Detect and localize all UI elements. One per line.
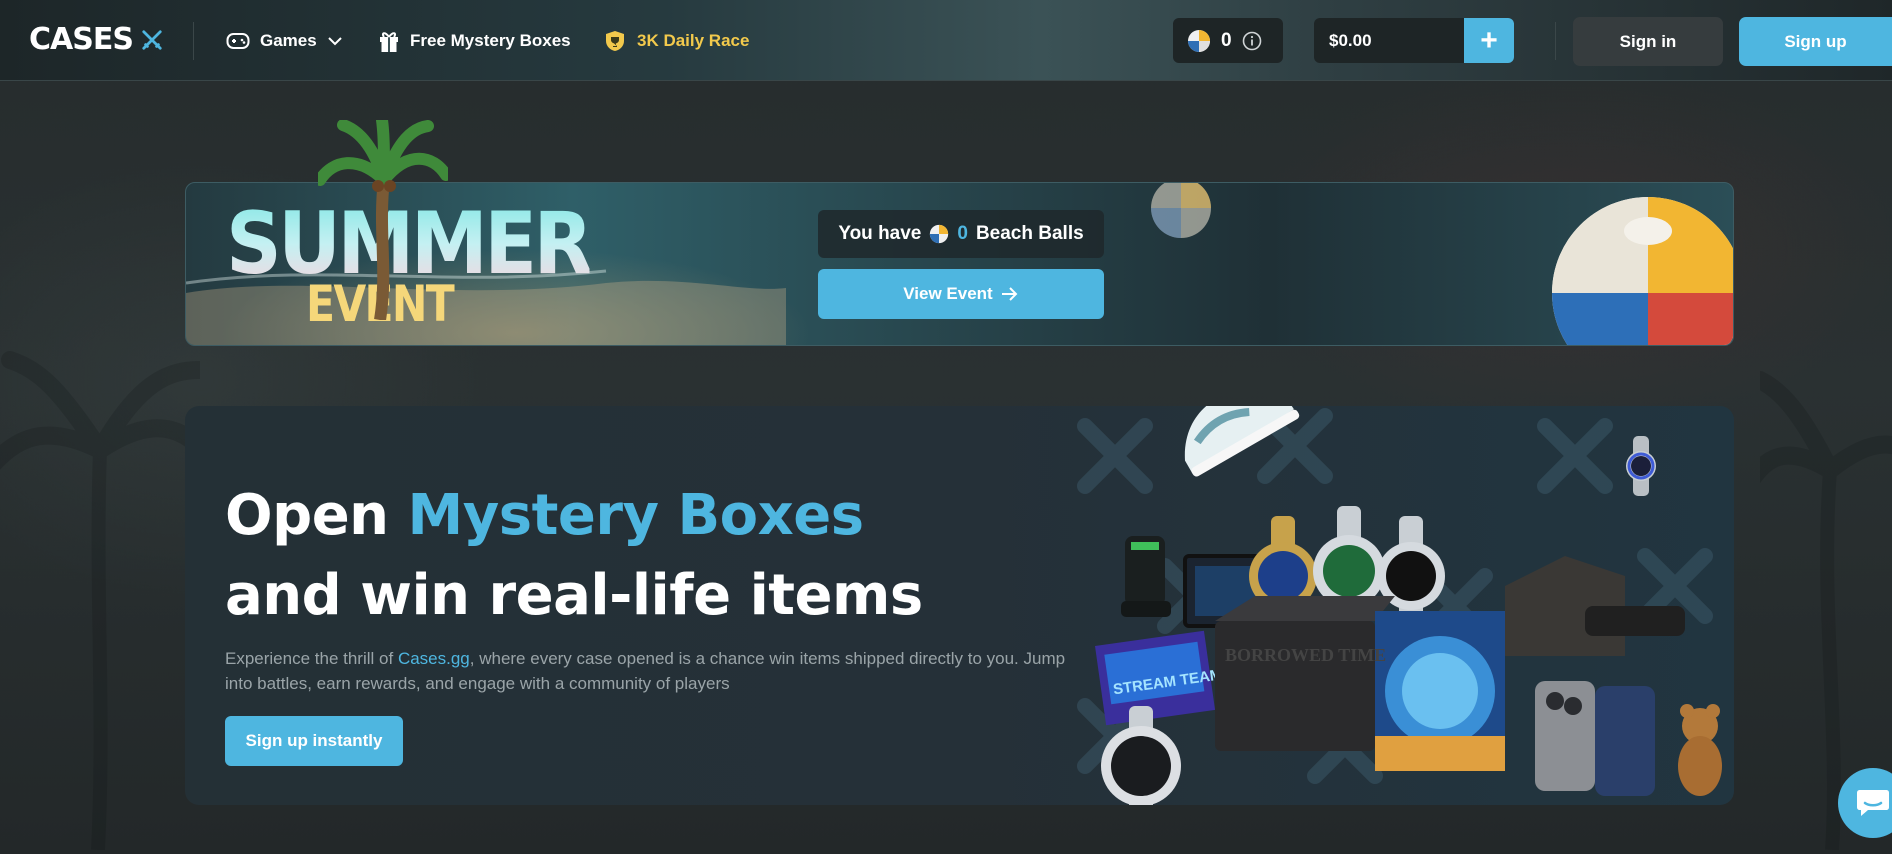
gamepad-icon	[226, 32, 250, 49]
view-event-label: View Event	[903, 284, 993, 303]
watch-icon	[1626, 436, 1656, 496]
arrow-right-icon	[1001, 287, 1018, 301]
nav-free-boxes-label: Free Mystery Boxes	[410, 30, 571, 50]
gift-icon	[380, 31, 398, 52]
palm-tree-decoration	[318, 120, 448, 320]
nav-daily-race[interactable]: 3K Daily Race	[603, 0, 749, 81]
hero-title-line2: and win real-life items	[225, 563, 923, 628]
prize-collage-illustration: STREAM TEAM BORROWED TIME	[1095, 406, 1722, 805]
nav-divider-right	[1555, 22, 1556, 60]
beach-ball-icon	[1188, 29, 1210, 52]
gaming-chair-icon	[1121, 536, 1171, 617]
nav-free-mystery-boxes[interactable]: Free Mystery Boxes	[378, 0, 571, 81]
crossed-swords-icon	[142, 29, 162, 50]
wallet-amount: $0.00	[1329, 30, 1372, 50]
nav-divider	[193, 22, 194, 60]
grill-icon	[1585, 606, 1685, 636]
top-navbar: CASES Games Free Mystery Boxes 3K Daily …	[0, 0, 1892, 81]
hero-title: Open Mystery Boxes and win real-life ite…	[225, 476, 923, 636]
you-have-label: You have	[838, 223, 922, 244]
borrowed-time-box-icon	[1215, 596, 1505, 771]
site-logo[interactable]: CASES	[29, 22, 163, 57]
info-icon[interactable]	[1242, 31, 1262, 51]
chevron-down-icon	[327, 36, 342, 45]
hero-section: Open Mystery Boxes and win real-life ite…	[185, 406, 1734, 805]
iphone-icon	[1535, 681, 1595, 791]
hero-description: Experience the thrill of Cases.gg, where…	[225, 646, 1085, 696]
sign-up-button[interactable]: Sign up	[1739, 17, 1892, 66]
hero-title-accent: Mystery Boxes	[407, 483, 865, 548]
phone-icon	[1595, 686, 1655, 796]
sign-in-button[interactable]: Sign in	[1573, 17, 1723, 66]
sneaker-icon	[1184, 406, 1300, 477]
borrowed-time-box-label: BORROWED TIME	[1225, 645, 1386, 665]
beach-ball-balance[interactable]: 0	[1173, 18, 1283, 63]
wallet-balance: $0.00 +	[1314, 18, 1514, 63]
view-event-button[interactable]: View Event	[818, 269, 1104, 319]
cases-gg-link[interactable]: Cases.gg	[398, 649, 470, 668]
chat-icon	[1857, 790, 1889, 816]
teddy-bear-icon	[1678, 704, 1722, 796]
nav-games-label: Games	[260, 30, 317, 50]
shield-trophy-icon	[606, 30, 624, 51]
beach-ball-decoration	[1552, 197, 1733, 345]
beach-ball-icon	[930, 224, 949, 244]
nav-games[interactable]: Games	[226, 0, 343, 81]
beach-ball-count: 0	[1221, 29, 1232, 51]
beach-balls-label: Beach Balls	[975, 223, 1084, 244]
beach-balls-counter: You have 0 Beach Balls	[818, 210, 1104, 258]
nav-race-label: 3K Daily Race	[637, 30, 750, 50]
background-palm-left	[0, 351, 200, 850]
hero-desc-prefix: Experience the thrill of	[225, 649, 394, 668]
beach-balls-count: 0	[957, 223, 968, 244]
sign-up-instantly-button[interactable]: Sign up instantly	[225, 716, 403, 766]
deposit-button[interactable]: +	[1464, 18, 1514, 63]
beach-ball-small-decoration	[1151, 183, 1211, 238]
hero-title-prefix: Open	[225, 483, 389, 548]
logo-text: CASES	[29, 22, 134, 57]
